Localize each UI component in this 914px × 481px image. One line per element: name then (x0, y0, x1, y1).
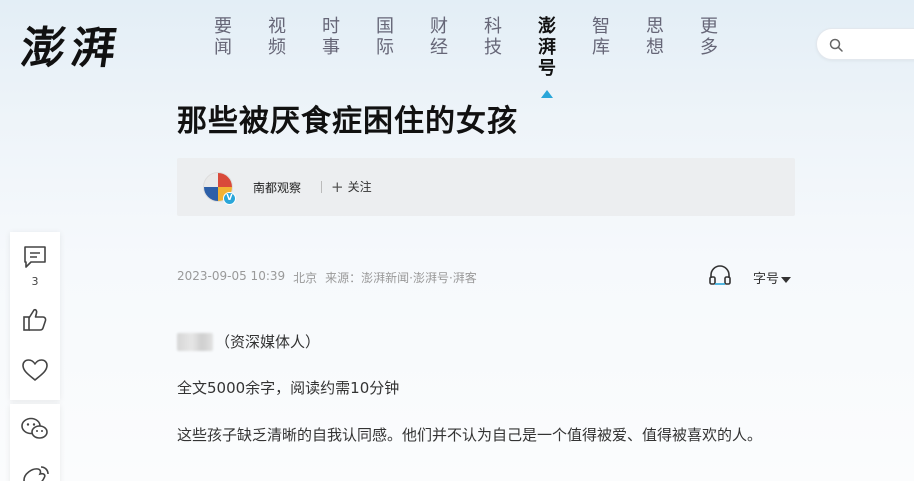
article-paragraph: 这些孩子缺乏清晰的自我认同感。他们并不认为自己是一个值得被爱、值得被喜欢的人。 (177, 426, 763, 444)
article-meta: 2023-09-05 10:39 北京 来源：澎湃新闻·澎湃号·湃客 (177, 269, 477, 286)
byline-role: （资深媒体人） (215, 333, 321, 351)
like-button[interactable] (10, 307, 60, 337)
blurred-author-name (177, 332, 213, 351)
divider (321, 181, 322, 193)
article-title: 那些被厌食症困住的女孩 (177, 104, 518, 139)
nav-item-thought[interactable]: 思 想 (628, 16, 682, 79)
author-bar: V 南都观察 + 关注 (177, 158, 795, 216)
comment-count: 3 (31, 275, 39, 288)
publish-datetime: 2023-09-05 10:39 (177, 269, 286, 283)
nav-char: 智 (592, 16, 610, 37)
nav-item-more[interactable]: 更 多 (682, 16, 736, 79)
publish-location: 北京 (293, 271, 318, 285)
comment-icon (22, 244, 48, 274)
nav-char: 事 (322, 37, 340, 58)
nav-char: 频 (268, 37, 286, 58)
nav-char: 际 (376, 37, 394, 58)
nav-item-video[interactable]: 视 频 (250, 16, 304, 79)
nav-char: 国 (376, 16, 394, 37)
site-logo[interactable]: 澎湃 (18, 12, 127, 76)
nav-char: 多 (700, 37, 718, 58)
search-input[interactable] (816, 28, 914, 60)
follow-button[interactable]: + 关注 (331, 178, 372, 195)
search-icon[interactable] (829, 37, 843, 56)
author-name[interactable]: 南都观察 (253, 179, 301, 196)
article-source: 来源：澎湃新闻·澎湃号·湃客 (325, 271, 477, 285)
comment-button[interactable]: 3 (10, 244, 60, 288)
weibo-share-button[interactable] (10, 464, 60, 481)
byline: （资深媒体人） (177, 331, 320, 352)
nav-char: 时 (322, 16, 340, 37)
nav-char: 想 (646, 37, 664, 58)
like-icon (21, 307, 49, 337)
follow-label: 关注 (347, 180, 372, 194)
wechat-share-icon (20, 416, 50, 446)
nav-item-news[interactable]: 要 闻 (196, 16, 250, 79)
nav-char: 思 (646, 16, 664, 37)
nav-char: 技 (484, 37, 502, 58)
nav-char: 库 (592, 37, 610, 58)
main-nav: 要 闻 视 频 时 事 国 际 财 经 科 技 澎 湃 号 智 库 思 想 更 … (196, 16, 736, 98)
article-paragraph: 全文5000余字，阅读约需10分钟 (177, 379, 400, 397)
font-size-toggle[interactable]: 字号 (753, 268, 792, 287)
nav-char: 财 (430, 16, 448, 37)
wechat-share-button[interactable] (10, 416, 60, 446)
chevron-down-icon (781, 276, 792, 283)
nav-item-tech[interactable]: 科 技 (466, 16, 520, 79)
nav-item-finance[interactable]: 财 经 (412, 16, 466, 79)
nav-char: 科 (484, 16, 502, 37)
weibo-share-icon (20, 464, 50, 481)
headphones-icon[interactable] (708, 264, 732, 290)
nav-char: 更 (700, 16, 718, 37)
verified-badge-icon: V (223, 192, 236, 205)
nav-char: 闻 (214, 37, 232, 58)
nav-char: 澎 (538, 16, 556, 37)
nav-item-think-tank[interactable]: 智 库 (574, 16, 628, 79)
nav-char: 要 (214, 16, 232, 37)
nav-char: 视 (268, 16, 286, 37)
plus-icon: + (331, 177, 344, 196)
nav-char: 经 (430, 37, 448, 58)
favorite-icon (21, 358, 49, 386)
nav-char: 号 (538, 58, 556, 79)
nav-item-current-affairs[interactable]: 时 事 (304, 16, 358, 79)
action-sidebar: 3 (10, 232, 60, 400)
nav-item-international[interactable]: 国 际 (358, 16, 412, 79)
nav-char: 湃 (538, 37, 556, 58)
active-nav-caret-icon (541, 90, 553, 98)
share-sidebar (10, 404, 60, 481)
favorite-button[interactable] (10, 358, 60, 386)
font-size-label: 字号 (753, 272, 780, 287)
nav-item-pengpai-hao[interactable]: 澎 湃 号 (520, 16, 574, 98)
